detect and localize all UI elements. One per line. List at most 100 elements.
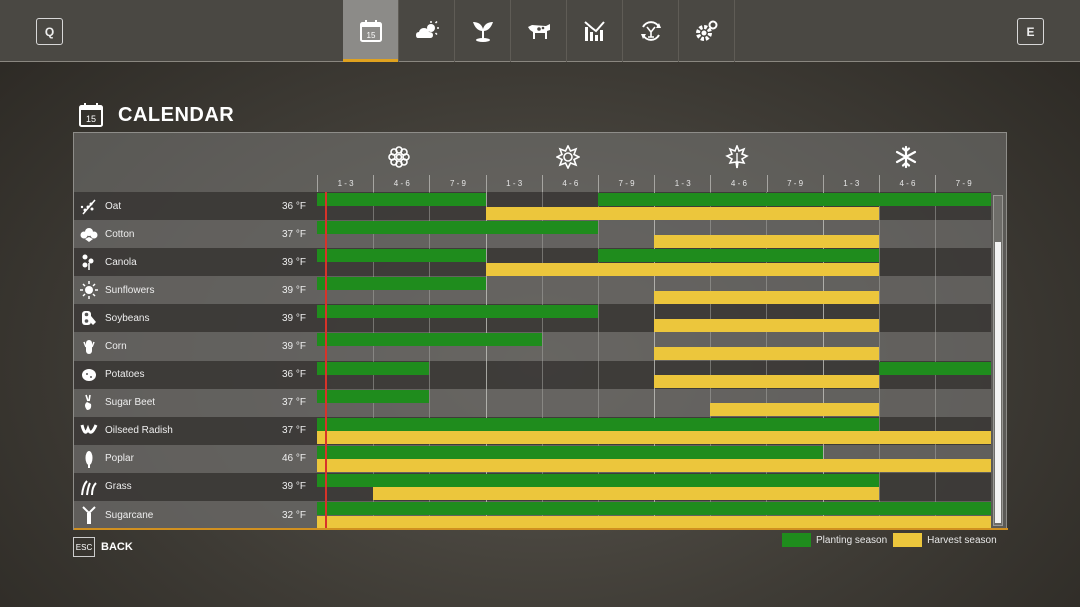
crop-row[interactable]: Poplar 46 °F <box>74 444 991 473</box>
harvest-bar <box>485 262 879 276</box>
crop-name: Oilseed Radish <box>105 425 173 437</box>
back-label: BACK <box>101 541 133 553</box>
potato-icon <box>79 365 99 385</box>
season-grid <box>317 472 991 502</box>
planting-bar <box>317 305 598 319</box>
crop-min-temperature: 32 °F <box>281 509 306 521</box>
next-page-key-e[interactable]: E <box>1017 18 1044 45</box>
gridline <box>878 388 880 417</box>
crop-row[interactable]: Soybeans 39 °F <box>74 304 991 333</box>
tab-weather[interactable] <box>399 0 455 62</box>
planting-bar <box>317 445 823 459</box>
crop-label: Poplar 46 °F <box>74 445 316 473</box>
season-grid <box>317 444 991 473</box>
crop-row[interactable]: Cotton 37 °F <box>74 220 991 249</box>
crop-label: Canola 39 °F <box>74 248 316 276</box>
crop-row[interactable]: Sugarcane 32 °F <box>74 501 991 530</box>
season-grid <box>317 501 991 530</box>
crop-name: Corn <box>105 341 127 353</box>
crop-min-temperature: 39 °F <box>281 341 306 353</box>
gridline <box>429 388 431 417</box>
tab-animals[interactable] <box>511 0 567 62</box>
crop-name: Canola <box>105 256 137 268</box>
oat-icon <box>79 196 99 216</box>
calendar-icon: 15 <box>359 20 382 42</box>
harvest-bar <box>373 487 879 501</box>
period-label: 4 - 6 <box>541 175 598 192</box>
crop-min-temperature: 37 °F <box>281 397 306 409</box>
crop-name: Cotton <box>105 228 135 240</box>
harvest-bar <box>485 206 879 220</box>
crop-row[interactable]: Corn 39 °F <box>74 332 991 361</box>
harvest-label: Harvest season <box>927 534 997 546</box>
planting-bar <box>597 249 879 263</box>
crop-rows: Oat 36 °F Cotton 37 °F Canola 39 °F Sunflowers… <box>74 192 991 530</box>
back-button[interactable]: ESC BACK <box>73 537 133 557</box>
tab-settings[interactable] <box>679 0 735 62</box>
period-label: 1 - 3 <box>822 175 879 192</box>
harvest-bar <box>654 375 879 389</box>
crop-name: Oat <box>105 200 122 212</box>
season-header <box>74 145 1006 171</box>
page-heading: 15 CALENDAR <box>78 102 234 128</box>
crop-row[interactable]: Potatoes 36 °F <box>74 360 991 389</box>
gridline <box>878 332 880 361</box>
gridline <box>541 360 543 389</box>
sun-icon <box>556 145 580 169</box>
season-grid <box>317 304 991 333</box>
soybean-icon <box>79 308 99 328</box>
gridline <box>934 388 936 417</box>
harvest-bar <box>317 459 991 473</box>
crop-label: Corn 39 °F <box>74 332 316 360</box>
gridline <box>654 388 655 417</box>
crop-row[interactable]: Oat 36 °F <box>74 192 991 221</box>
crop-row[interactable]: Oilseed Radish 37 °F <box>74 416 991 445</box>
tab-calendar[interactable]: 15 <box>343 0 399 62</box>
scrollbar-thumb[interactable] <box>995 242 1001 523</box>
season-grid <box>317 276 991 305</box>
period-label: 4 - 6 <box>710 175 766 192</box>
crop-row[interactable]: Canola 39 °F <box>74 248 991 277</box>
gridline <box>934 248 936 277</box>
page-title: CALENDAR <box>118 103 235 126</box>
corn-icon <box>79 337 99 357</box>
crop-label: Oilseed Radish 37 °F <box>74 417 316 445</box>
scrollbar[interactable] <box>993 195 1003 526</box>
gridline <box>485 388 487 417</box>
crop-row[interactable]: Sunflowers 39 °F <box>74 276 991 305</box>
tab-production[interactable] <box>623 0 679 62</box>
gridline <box>878 472 880 502</box>
tab-crops[interactable] <box>455 0 511 62</box>
cycle-icon <box>640 21 661 41</box>
harvest-bar <box>317 431 991 445</box>
planting-bar <box>317 389 430 403</box>
harvest-swatch <box>893 533 923 547</box>
crop-label: Oat 36 °F <box>74 192 316 220</box>
season-grid <box>317 248 991 277</box>
period-label: 4 - 6 <box>373 175 429 192</box>
crop-row[interactable]: Sugar Beet 37 °F <box>74 388 991 417</box>
previous-page-key-q[interactable]: Q <box>36 18 63 45</box>
grass-icon <box>79 477 99 497</box>
period-label: 1 - 3 <box>485 175 542 192</box>
crop-min-temperature: 39 °F <box>281 284 306 296</box>
tab-prices[interactable] <box>567 0 623 62</box>
period-label: 4 - 6 <box>878 175 935 192</box>
flower-icon <box>388 146 410 168</box>
planting-bar <box>878 361 991 375</box>
gridline <box>541 332 543 361</box>
cotton-icon <box>79 224 99 244</box>
period-label: 7 - 9 <box>597 175 654 192</box>
harvest-bar <box>710 403 879 417</box>
planting-bar <box>317 417 879 431</box>
gridline <box>878 220 880 249</box>
crop-row[interactable]: Grass 39 °F <box>74 472 991 502</box>
crop-name: Sugarcane <box>105 509 154 521</box>
crop-label: Potatoes 36 °F <box>74 361 316 389</box>
sprout-icon <box>472 22 493 42</box>
harvest-bar <box>317 515 991 529</box>
harvest-bar <box>654 290 879 304</box>
planting-bar <box>317 361 430 375</box>
gridline <box>597 304 599 333</box>
gridline <box>597 276 599 305</box>
